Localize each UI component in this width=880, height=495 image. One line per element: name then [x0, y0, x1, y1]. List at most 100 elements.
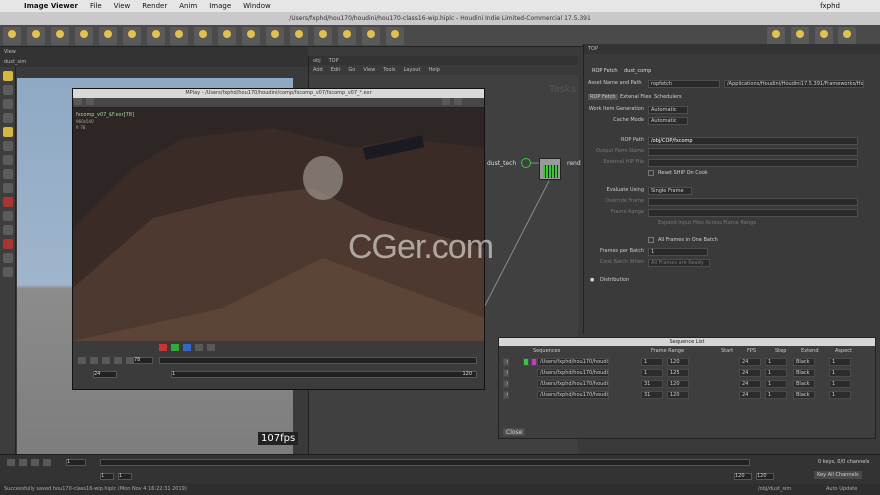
- frame-range-field[interactable]: [648, 209, 858, 217]
- step-field[interactable]: 1: [765, 391, 787, 399]
- scale-tool-icon[interactable]: [3, 113, 13, 123]
- menu-render[interactable]: Render: [142, 2, 167, 10]
- menu-file[interactable]: File: [90, 2, 102, 10]
- mplay-snapshot-icon[interactable]: [85, 98, 94, 105]
- stop-icon[interactable]: [101, 357, 110, 364]
- rotate-tool-icon[interactable]: [3, 99, 13, 109]
- tab-external-files[interactable]: Extenal Files: [620, 94, 651, 100]
- extend-dropdown[interactable]: Black: [793, 391, 815, 399]
- timeline-start-field[interactable]: 1: [100, 473, 114, 480]
- wireframe-icon[interactable]: [3, 253, 13, 263]
- step-back-icon[interactable]: [89, 357, 98, 364]
- menu-view[interactable]: View: [114, 2, 131, 10]
- remove-icon[interactable]: ×: [503, 369, 509, 377]
- caustic-light-tool-icon[interactable]: [242, 27, 261, 45]
- aspect-field[interactable]: 1: [829, 358, 851, 366]
- view-tool-icon[interactable]: [3, 155, 13, 165]
- aspect-field[interactable]: 1: [829, 369, 851, 377]
- app-menu[interactable]: Image Viewer: [24, 2, 78, 10]
- vr-camera-tool-icon[interactable]: [337, 27, 356, 45]
- shaded-icon[interactable]: [3, 267, 13, 277]
- fps-field[interactable]: 24: [739, 369, 761, 377]
- extend-dropdown[interactable]: Black: [793, 358, 815, 366]
- camera-tool-icon[interactable]: [3, 27, 21, 45]
- extend-dropdown[interactable]: Black: [793, 380, 815, 388]
- step-field[interactable]: 1: [765, 369, 787, 377]
- sequence-row[interactable]: × /Users/fxphd/hou170/houdini/ren 31 120…: [499, 391, 877, 401]
- sequence-path[interactable]: /Users/fxphd/hou170/houdini/ren: [537, 380, 609, 388]
- ext-hip-field[interactable]: [648, 159, 858, 167]
- fps-field[interactable]: 24: [739, 358, 761, 366]
- tab-rop-fetch[interactable]: ROP Fetch: [588, 94, 618, 100]
- select-tool-icon[interactable]: [3, 71, 13, 81]
- mplay-timeline[interactable]: [159, 357, 477, 364]
- range-start-field[interactable]: 31: [641, 380, 663, 388]
- gamepad-camera-tool-icon[interactable]: [385, 27, 404, 45]
- pose-tool-icon[interactable]: [3, 141, 13, 151]
- magnet-tool-icon[interactable]: [3, 239, 13, 249]
- extend-dropdown[interactable]: Black: [793, 369, 815, 377]
- distant-light-tool-icon[interactable]: [146, 27, 165, 45]
- gamma-icon[interactable]: [206, 344, 215, 351]
- spot-light-tool-icon[interactable]: [50, 27, 69, 45]
- render-image[interactable]: fxcomp_v07_$F.exr[78] 960x540 fr 78: [73, 108, 484, 341]
- menu-image[interactable]: Image: [209, 2, 231, 10]
- aspect-field[interactable]: 1: [829, 391, 851, 399]
- remove-icon[interactable]: ×: [503, 358, 509, 366]
- sequence-row[interactable]: × /Users/fxphd/hou170/houdini/co 1 120 2…: [499, 358, 877, 368]
- mplay-menu-icon[interactable]: [74, 98, 82, 105]
- environment-light-tool-icon[interactable]: [170, 27, 189, 45]
- node-name[interactable]: dust_comp: [624, 68, 651, 74]
- remove-icon[interactable]: ×: [503, 391, 509, 399]
- stereo-camera-tool-icon[interactable]: [313, 27, 332, 45]
- play-reverse-icon[interactable]: [78, 357, 86, 364]
- auto-update-button[interactable]: Auto Update: [826, 484, 857, 495]
- mplay-layout-icon[interactable]: [441, 98, 450, 105]
- mplay-frame-field[interactable]: 78: [133, 357, 153, 364]
- area-light-tool-icon[interactable]: [74, 27, 93, 45]
- sequence-row[interactable]: × /Users/fxphd/hou170/houdini/ren 1 125 …: [499, 369, 877, 379]
- range-start-field[interactable]: 1: [641, 358, 663, 366]
- reset-checkbox[interactable]: [648, 170, 654, 176]
- transform-tool-icon[interactable]: [3, 85, 13, 95]
- param-path-top[interactable]: TOP: [584, 46, 602, 52]
- cache-mode-dropdown[interactable]: Automatic: [648, 117, 688, 125]
- step-field[interactable]: 1: [765, 358, 787, 366]
- mplay-range-bar[interactable]: 1 120: [171, 371, 477, 378]
- range-start-field[interactable]: 1: [641, 369, 663, 377]
- portal-light-tool-icon[interactable]: [266, 27, 285, 45]
- point-light-tool-icon[interactable]: [26, 27, 45, 45]
- sequence-path[interactable]: /Users/fxphd/hou170/houdini/ren: [537, 369, 609, 377]
- close-button[interactable]: Close: [503, 428, 525, 436]
- timeline-range-end-field[interactable]: 120: [734, 473, 752, 480]
- display-tool-icon[interactable]: [838, 27, 857, 45]
- menu-anim[interactable]: Anim: [179, 2, 197, 10]
- timeline-step-icon[interactable]: [42, 459, 51, 466]
- range-end-field[interactable]: 120: [667, 391, 689, 399]
- distribution-expand-icon[interactable]: ●: [590, 277, 594, 283]
- step-field[interactable]: 1: [765, 380, 787, 388]
- channel-green-icon[interactable]: [170, 344, 179, 351]
- tab-view[interactable]: View: [0, 49, 20, 55]
- key-all-channels-button[interactable]: Key All Channels: [814, 471, 862, 479]
- handle-tool-icon[interactable]: [3, 127, 13, 137]
- timeline-ruler[interactable]: [100, 459, 750, 466]
- cleanup-tool-icon[interactable]: [766, 27, 785, 45]
- remove-icon[interactable]: ×: [503, 380, 509, 388]
- volume-light-tool-icon[interactable]: [122, 27, 141, 45]
- fps-field[interactable]: 24: [739, 391, 761, 399]
- evaluate-dropdown[interactable]: Single Frame: [648, 187, 692, 195]
- range-start-field[interactable]: 31: [641, 391, 663, 399]
- timeline-play-reverse-icon[interactable]: [7, 459, 15, 466]
- sequence-row[interactable]: × /Users/fxphd/hou170/houdini/ren 31 120…: [499, 380, 877, 390]
- work-item-dropdown[interactable]: Automatic: [648, 106, 688, 114]
- gi-light-tool-icon[interactable]: [218, 27, 237, 45]
- sequence-path[interactable]: /Users/fxphd/hou170/houdini/co: [537, 358, 609, 366]
- frames-per-batch-field[interactable]: 1: [648, 248, 708, 256]
- switcher-tool-icon[interactable]: [361, 27, 380, 45]
- pause-icon[interactable]: [113, 357, 122, 364]
- tab-schedulers[interactable]: Schedulers: [654, 94, 682, 100]
- aspect-field[interactable]: 1: [829, 380, 851, 388]
- all-frames-batch-checkbox[interactable]: [648, 237, 654, 243]
- record-tool-icon[interactable]: [3, 197, 13, 207]
